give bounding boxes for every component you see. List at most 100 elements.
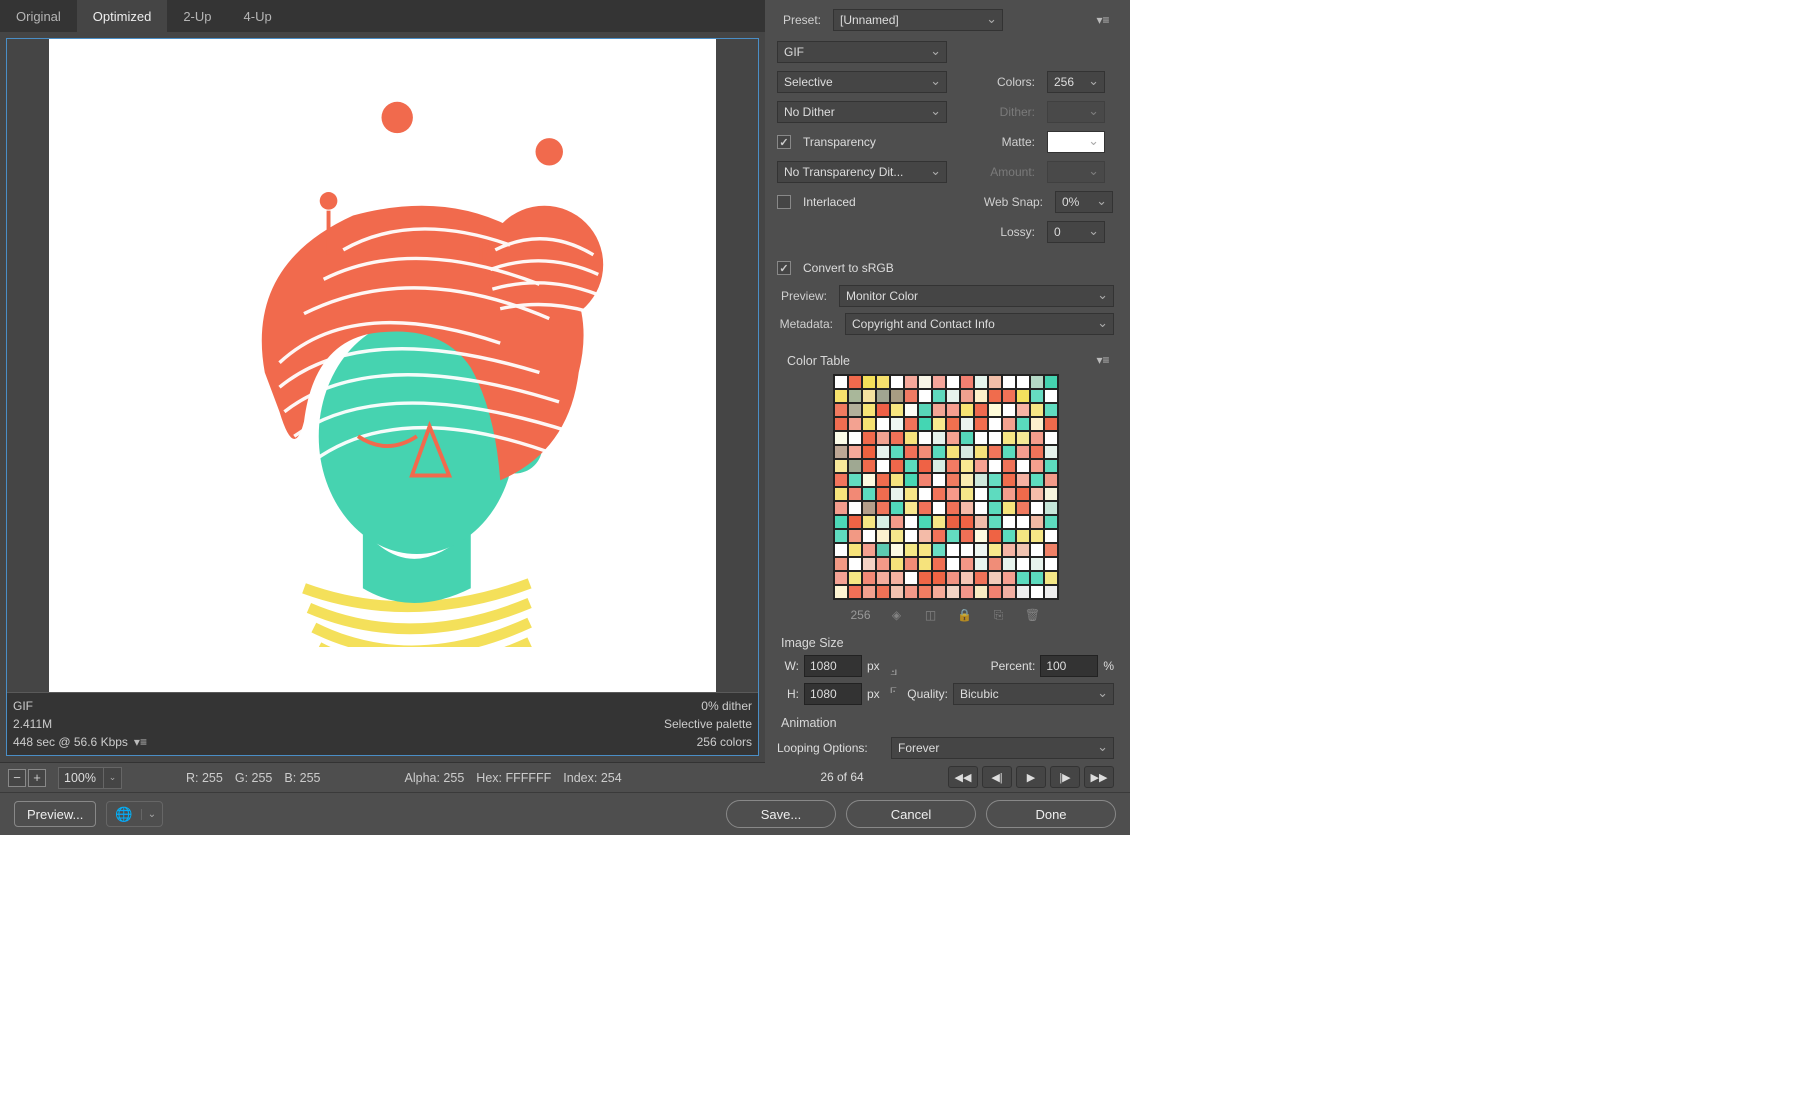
color-swatch[interactable] [1016,487,1030,501]
color-swatch[interactable] [1016,543,1030,557]
color-swatch[interactable] [918,375,932,389]
color-swatch[interactable] [988,529,1002,543]
color-swatch[interactable] [834,431,848,445]
play-button[interactable]: ▶ [1016,766,1046,788]
color-swatch[interactable] [988,515,1002,529]
tab-optimized[interactable]: Optimized [77,0,168,32]
color-swatch[interactable] [904,417,918,431]
color-swatch[interactable] [946,515,960,529]
color-swatch[interactable] [974,557,988,571]
color-swatch[interactable] [834,417,848,431]
color-swatch[interactable] [904,571,918,585]
color-swatch[interactable] [848,403,862,417]
color-swatch[interactable] [862,543,876,557]
color-swatch[interactable] [946,403,960,417]
trash-icon[interactable]: 🗑 [1025,607,1041,623]
color-swatch[interactable] [1044,389,1058,403]
color-swatch[interactable] [834,473,848,487]
color-swatch[interactable] [960,487,974,501]
color-swatch[interactable] [862,585,876,599]
color-swatch[interactable] [876,585,890,599]
color-swatch[interactable] [932,403,946,417]
color-swatch[interactable] [960,501,974,515]
height-input[interactable]: 1080 [804,683,862,705]
color-swatch[interactable] [974,529,988,543]
color-swatch[interactable] [904,473,918,487]
browser-dropdown[interactable]: ⌄ [141,809,162,820]
color-swatch[interactable] [932,529,946,543]
colors-select[interactable]: 256 [1047,71,1105,93]
prev-frame-button[interactable]: ◀| [982,766,1012,788]
color-swatch[interactable] [1002,459,1016,473]
color-swatch[interactable] [932,487,946,501]
color-swatch[interactable] [960,557,974,571]
preset-menu-icon[interactable]: ▾≡ [1092,13,1114,27]
color-swatch[interactable] [848,571,862,585]
color-swatch[interactable] [988,557,1002,571]
lock-icon[interactable]: 🔒 [957,607,973,623]
color-swatch[interactable] [1016,459,1030,473]
color-swatch[interactable] [876,529,890,543]
color-swatch[interactable] [960,543,974,557]
color-swatch[interactable] [946,375,960,389]
color-swatch[interactable] [1030,389,1044,403]
color-swatch[interactable] [960,473,974,487]
color-swatch[interactable] [1002,445,1016,459]
color-swatch[interactable] [848,585,862,599]
color-swatch[interactable] [1044,501,1058,515]
color-swatch[interactable] [1016,473,1030,487]
trans-dither-select[interactable]: No Transparency Dit... [777,161,947,183]
color-swatch[interactable] [932,459,946,473]
zoom-dropdown[interactable]: ⌄ [104,767,122,789]
color-swatch[interactable] [974,585,988,599]
color-swatch[interactable] [918,473,932,487]
preview-canvas[interactable]: GIF 2.411M 448 sec @ 56.6 Kbps▾≡ 0% dith… [6,38,759,756]
color-swatch[interactable] [932,585,946,599]
color-swatch[interactable] [1016,445,1030,459]
color-swatch[interactable] [1002,417,1016,431]
color-swatch[interactable] [1044,585,1058,599]
preset-select[interactable]: [Unnamed] [833,9,1003,31]
color-swatch[interactable] [974,403,988,417]
color-swatch[interactable] [946,431,960,445]
quality-select[interactable]: Bicubic [953,683,1114,705]
color-swatch[interactable] [834,487,848,501]
color-swatch[interactable] [848,473,862,487]
color-swatch[interactable] [862,445,876,459]
color-swatch[interactable] [890,389,904,403]
color-swatch[interactable] [1044,431,1058,445]
color-swatch[interactable] [848,375,862,389]
color-swatch[interactable] [946,389,960,403]
color-swatch[interactable] [1030,445,1044,459]
zoom-in-button[interactable]: + [28,769,46,787]
color-swatch[interactable] [988,403,1002,417]
color-swatch[interactable] [974,473,988,487]
color-swatch[interactable] [918,403,932,417]
color-swatch[interactable] [904,557,918,571]
interlaced-checkbox[interactable] [777,195,791,209]
color-swatch[interactable] [890,487,904,501]
color-swatch[interactable] [932,473,946,487]
color-swatch[interactable] [904,487,918,501]
percent-input[interactable]: 100 [1040,655,1098,677]
color-swatch[interactable] [876,487,890,501]
first-frame-button[interactable]: ◀◀ [948,766,978,788]
color-swatch[interactable] [876,403,890,417]
color-swatch[interactable] [1002,543,1016,557]
color-swatch[interactable] [1002,403,1016,417]
color-swatch[interactable] [876,473,890,487]
color-swatch[interactable] [1030,571,1044,585]
color-swatch[interactable] [904,585,918,599]
color-swatch[interactable] [960,431,974,445]
color-swatch[interactable] [988,389,1002,403]
color-swatch[interactable] [1044,403,1058,417]
color-swatch[interactable] [918,417,932,431]
color-swatch[interactable] [862,501,876,515]
color-swatch[interactable] [974,431,988,445]
color-swatch[interactable] [918,431,932,445]
transparency-checkbox[interactable] [777,135,791,149]
color-swatch[interactable] [1044,529,1058,543]
color-swatch[interactable] [988,445,1002,459]
color-swatch[interactable] [988,501,1002,515]
zoom-field[interactable]: 100% [58,767,104,789]
